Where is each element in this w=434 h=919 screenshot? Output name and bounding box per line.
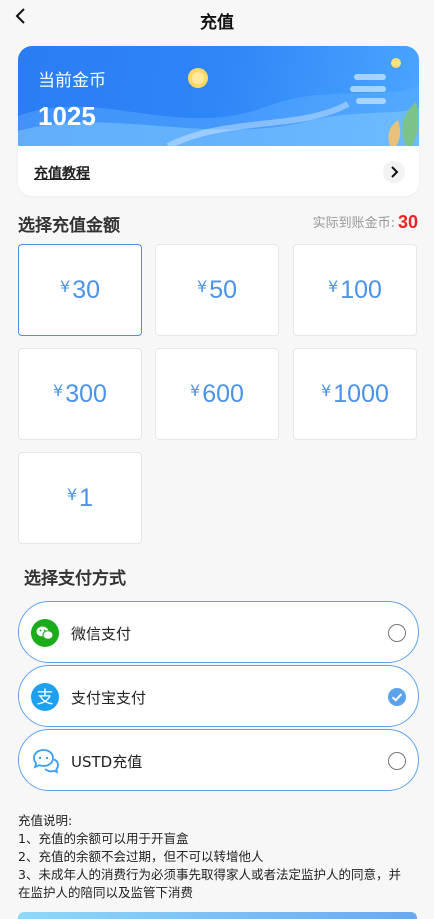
balance-value: 1025	[38, 101, 96, 131]
alipay-icon: 支	[31, 683, 59, 711]
amount-value: 30	[72, 276, 100, 304]
tutorial-row[interactable]: 充值教程	[18, 146, 419, 196]
actual-coins-label: 实际到账金币:	[312, 216, 395, 231]
amount-option[interactable]: ¥1	[18, 452, 142, 544]
currency-symbol: ¥	[66, 485, 78, 504]
payment-label: 支付宝支付	[71, 689, 147, 707]
payment-option-wechat[interactable]: 微信支付	[18, 601, 419, 663]
currency-symbol: ¥	[190, 381, 201, 400]
payment-section-title: 选择支付方式	[24, 569, 126, 589]
amount-option[interactable]: ¥30	[18, 244, 142, 336]
amount-option[interactable]: ¥300	[18, 348, 142, 440]
payment-label: USTD充值	[71, 753, 143, 771]
balance-banner: 当前金币 1025	[18, 46, 419, 146]
amount-value: 600	[202, 380, 244, 408]
amount-value: 50	[209, 276, 237, 304]
amount-value: 1000	[333, 380, 389, 408]
currency-symbol: ¥	[197, 277, 208, 296]
radio-checked-icon[interactable]	[388, 688, 406, 706]
amount-option[interactable]: ¥100	[293, 244, 417, 336]
actual-coins-value: 30	[397, 212, 418, 232]
svg-text:支: 支	[37, 688, 54, 708]
balance-label: 当前金币	[38, 71, 106, 91]
currency-symbol: ¥	[328, 277, 339, 296]
ustd-chat-icon	[33, 749, 59, 774]
amount-option[interactable]: ¥1000	[293, 348, 417, 440]
currency-symbol: ¥	[53, 381, 64, 400]
top-bar: 充值	[0, 0, 434, 38]
radio-unchecked[interactable]	[388, 624, 406, 642]
currency-symbol: ¥	[60, 277, 71, 296]
chevron-right-icon[interactable]	[383, 161, 405, 183]
page-title: 充值	[200, 13, 234, 33]
actual-coins: 实际到账金币: 30	[313, 212, 418, 233]
notes-line: 1、充值的余额可以用于开盲盒	[18, 831, 189, 846]
notes-line: 3、未成年人的消费行为必须事先取得家人或者法定监护人的同意，并在监护人的陪同以及…	[18, 867, 401, 900]
radio-unchecked[interactable]	[388, 752, 406, 770]
notes-line: 2、充值的余额不会过期，但不可以转增他人	[18, 849, 264, 864]
amount-option[interactable]: ¥50	[155, 244, 279, 336]
amount-option[interactable]: ¥600	[155, 348, 279, 440]
payment-option-alipay[interactable]: 支 支付宝支付	[18, 665, 419, 727]
tutorial-link[interactable]: 充值教程	[34, 163, 90, 183]
amount-value: 100	[340, 276, 382, 304]
recharge-button[interactable]	[18, 912, 417, 919]
balance-card: 当前金币 1025 充值教程	[18, 46, 419, 196]
currency-symbol: ¥	[321, 381, 332, 400]
recharge-notes: 充值说明: 1、充值的余额可以用于开盲盒 2、充值的余额不会过期，但不可以转增他…	[18, 812, 408, 902]
notes-title: 充值说明:	[18, 813, 73, 828]
wechat-pay-icon	[31, 619, 59, 647]
payment-label: 微信支付	[71, 625, 132, 643]
amount-section-title: 选择充值金额	[18, 216, 120, 236]
amount-value: 300	[65, 380, 107, 408]
payment-option-ustd[interactable]: USTD充值	[18, 729, 419, 791]
amount-value: 1	[79, 484, 94, 512]
